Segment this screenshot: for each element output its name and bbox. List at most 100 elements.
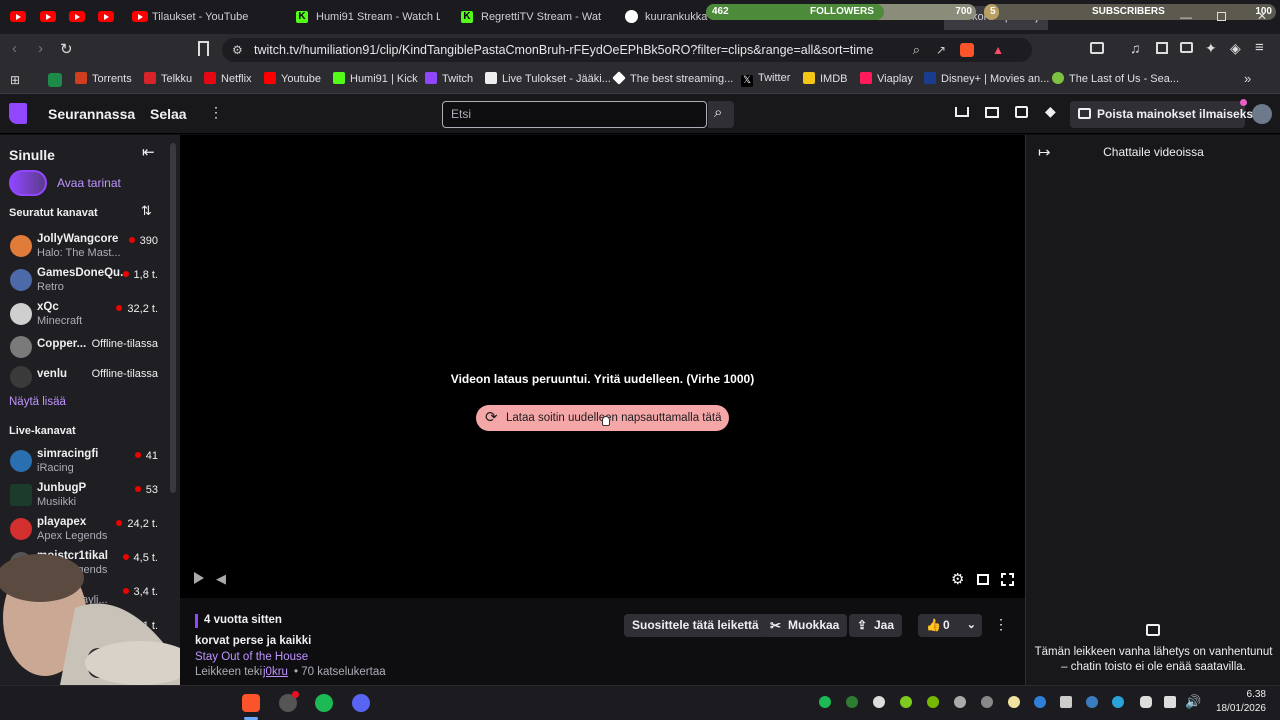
volume-icon[interactable]: ◀ (216, 571, 226, 587)
bookmark-disney[interactable]: Disney+ | Movies an... (924, 72, 1049, 85)
more-options-icon[interactable]: ⋮ (209, 104, 223, 121)
bookmark-humi91-kick[interactable]: Humi91 | Kick (333, 72, 418, 85)
tab-humi91-stream[interactable]: Humi91 Stream - Watch Live (316, 6, 440, 28)
tray-icon[interactable] (981, 696, 993, 708)
bookmark-viaplay[interactable]: Viaplay (860, 72, 913, 85)
reader-mode-icon[interactable] (1090, 42, 1104, 54)
twitch-logo-icon[interactable] (9, 103, 27, 124)
apps-grid-icon[interactable]: ⊞ (10, 73, 20, 87)
close-window-icon[interactable]: ✕ (1257, 9, 1267, 23)
minimize-icon[interactable]: — (1180, 10, 1192, 24)
bookmark-netflix[interactable]: Netflix (204, 72, 252, 85)
youtube-tab-icon[interactable] (40, 11, 56, 22)
bookmark-torrents[interactable]: Torrents (75, 72, 132, 85)
inbox-icon[interactable] (985, 107, 999, 118)
brave-rewards-icon[interactable]: ▲ (992, 38, 1004, 62)
play-icon[interactable] (194, 572, 204, 584)
clock-date[interactable]: 18/01/2026 (1212, 703, 1266, 714)
like-clip-button[interactable]: 👍 0 ⌄ (918, 614, 982, 637)
bluetooth-icon[interactable] (1034, 696, 1046, 708)
nav-following[interactable]: Seurannassa (48, 106, 135, 122)
theatre-mode-icon[interactable] (977, 574, 989, 585)
live-channel-junbugp[interactable]: JunbugP Musiikki 53 (0, 480, 170, 514)
bookmark-twitch[interactable]: Twitch (425, 72, 473, 85)
followed-channel-xqc[interactable]: xQc Minecraft 32,2 t. (0, 299, 170, 333)
live-channel-simracingfi[interactable]: simracingfi iRacing 41 (0, 446, 170, 480)
bookmark-youtube[interactable]: Youtube (264, 72, 321, 85)
whispers-icon[interactable] (1015, 106, 1028, 118)
url-field[interactable]: ⚙ twitch.tv/humiliation91/clip/KindTangi… (222, 38, 1032, 62)
collapse-sidebar-icon[interactable]: ⇤ (142, 143, 155, 161)
share-clip-button[interactable]: ⇪ Jaa (849, 614, 903, 637)
tray-icon[interactable] (954, 696, 966, 708)
bits-icon[interactable]: ◆ (1045, 103, 1056, 120)
wallet-icon[interactable] (1180, 42, 1193, 53)
bookmark-icon[interactable] (198, 41, 209, 56)
clip-author-link[interactable]: j0kru (263, 666, 288, 678)
live-channel-playapex[interactable]: playapex Apex Legends 24,2 t. (0, 514, 170, 548)
network-icon[interactable] (1164, 696, 1176, 708)
followed-channel-gamesdonequick[interactable]: GamesDoneQu... Retro 1,8 t. (0, 265, 170, 299)
steam-icon[interactable] (1086, 696, 1098, 708)
game-link[interactable]: Stay Out of the House (195, 651, 308, 663)
leo-ai-icon[interactable]: ✦ (1205, 40, 1217, 57)
search-input[interactable]: Etsi (442, 101, 707, 128)
volume-icon[interactable]: 🔊 (1185, 694, 1201, 710)
bookmark-streaming[interactable]: The best streaming... (612, 71, 733, 85)
usb-icon[interactable] (1060, 696, 1072, 708)
music-icon[interactable]: ♫ (1130, 40, 1141, 56)
user-avatar[interactable] (1252, 104, 1272, 124)
zoom-icon[interactable]: ⌕ (913, 38, 920, 62)
tab-regretti-stream[interactable]: RegrettiTV Stream - Watch (481, 6, 601, 28)
spotify-tray-icon[interactable] (819, 696, 831, 708)
more-actions-icon[interactable]: ⋮ (994, 616, 1008, 633)
clock-time[interactable]: 6.38 (1212, 689, 1266, 700)
microphone-icon[interactable] (1140, 696, 1152, 708)
discord-icon[interactable] (352, 694, 370, 712)
cloud-icon[interactable] (873, 696, 885, 708)
sidebar-scrollbar[interactable] (170, 143, 176, 493)
followed-channel-venlu[interactable]: venlu Offline-tilassa (0, 365, 170, 399)
edit-clip-button[interactable]: ✂ Muokkaa (762, 614, 848, 637)
bookmark-live-tulokset[interactable]: Live Tulokset - Jääki... (485, 72, 611, 85)
nvidia-icon[interactable] (927, 696, 939, 708)
site-info-icon[interactable]: ⚙ (232, 38, 243, 62)
spotify-icon[interactable] (315, 694, 333, 712)
sort-icon[interactable]: ⇅ (141, 203, 152, 219)
tray-icon[interactable] (846, 696, 858, 708)
tray-play-icon[interactable] (900, 696, 912, 708)
reload-icon[interactable]: ↻ (60, 40, 73, 58)
restore-icon[interactable] (1217, 12, 1226, 21)
search-button[interactable]: ⌕ (708, 101, 734, 128)
youtube-tab-icon[interactable] (69, 11, 85, 22)
security-icon[interactable] (1112, 696, 1124, 708)
bookmark-last-of-us[interactable]: The Last of Us - Sea... (1052, 72, 1179, 85)
menu-icon[interactable]: ≡ (1255, 39, 1264, 56)
youtube-tab-icon[interactable] (98, 11, 114, 22)
stories-avatar[interactable] (9, 170, 47, 196)
settings-gear-icon[interactable]: ⚙ (951, 570, 964, 588)
recommend-clip-button[interactable]: Suosittele tätä leikettä (624, 614, 767, 637)
share-icon[interactable]: ↗ (936, 38, 946, 62)
forward-icon[interactable]: › (38, 40, 43, 57)
prime-crown-icon[interactable] (955, 107, 969, 117)
chevron-down-icon[interactable]: ⌄ (967, 614, 976, 637)
sidebar-toggle-icon[interactable] (1156, 42, 1168, 54)
fullscreen-icon[interactable] (1001, 573, 1014, 586)
remove-ads-button[interactable]: Poista mainokset ilmaiseksi (1070, 101, 1256, 128)
tab-youtube-subscriptions[interactable]: Tilaukset - YouTube (152, 6, 282, 28)
nav-browse[interactable]: Selaa (150, 106, 187, 122)
vpn-icon[interactable]: ◈ (1230, 40, 1241, 57)
bookmark-telkku[interactable]: Telkku (144, 72, 192, 85)
video-player[interactable]: Videon lataus peruuntui. Yritä uudelleen… (180, 135, 1025, 598)
followed-channel-jollywangcore[interactable]: JollyWangcore Halo: The Mast... 390 (0, 231, 170, 265)
followed-channel-copper[interactable]: Copper... Offline-tilassa (0, 335, 170, 369)
youtube-tab-icon[interactable] (10, 11, 26, 22)
brave-browser-icon[interactable] (242, 694, 260, 712)
bookmark-app-icon[interactable] (48, 73, 62, 87)
more-bookmarks-icon[interactable]: » (1244, 71, 1251, 86)
bookmark-imdb[interactable]: IMDB (803, 72, 848, 85)
brave-shields-icon[interactable] (960, 43, 974, 57)
bookmark-twitter[interactable]: 𝕏 Twitter (741, 72, 790, 87)
show-more-link[interactable]: Näytä lisää (9, 396, 66, 408)
